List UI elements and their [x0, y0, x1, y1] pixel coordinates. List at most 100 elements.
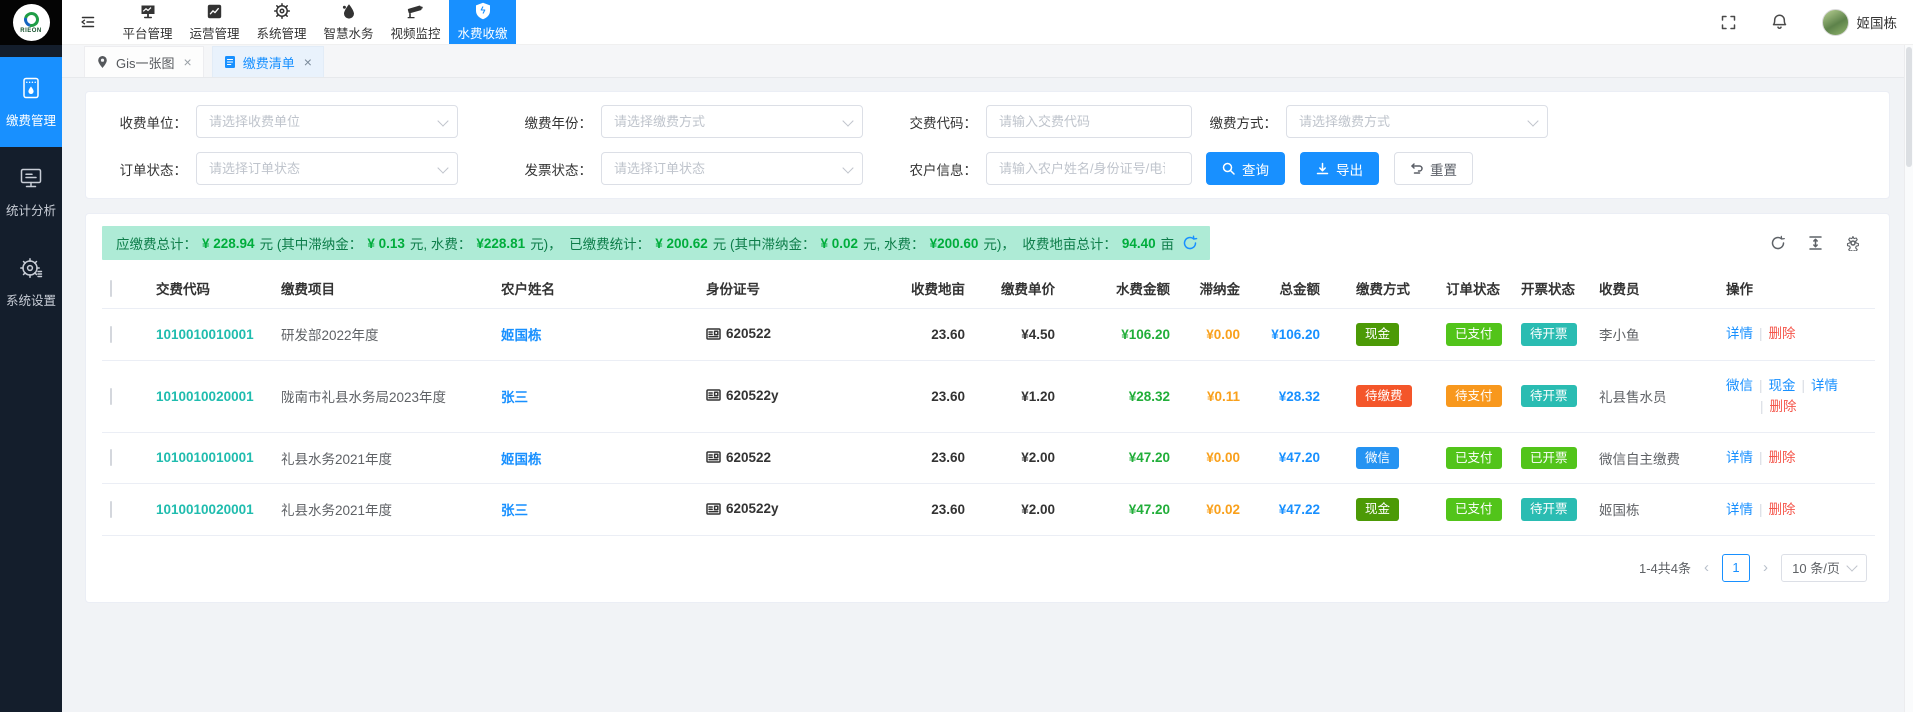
page-scrollbar[interactable] [1904, 45, 1913, 712]
col-header: 收费地亩 [873, 268, 973, 309]
app-logo: RIEON [0, 0, 62, 45]
sidebar-item-settings[interactable]: 系统设置 [0, 237, 62, 327]
select-all-checkbox[interactable] [110, 280, 112, 297]
nav-item-label: 平台管理 [122, 23, 172, 42]
summary-text: 元, 水费： [410, 233, 472, 253]
farmer-name-link[interactable]: 张三 [501, 503, 528, 518]
notification-bell-icon[interactable] [1771, 13, 1788, 31]
summary-value: 94.40 [1122, 236, 1156, 251]
summary-text: 元 (其中滞纳金： [260, 233, 363, 253]
chevron-down-icon [1846, 561, 1857, 572]
page-size-select[interactable]: 10 条/页 [1781, 554, 1867, 582]
search-button[interactable]: 查询 [1206, 152, 1285, 185]
delete-link[interactable]: 删除 [1769, 326, 1796, 341]
export-button[interactable]: 导出 [1300, 152, 1379, 185]
nav-item-operations[interactable]: 运营管理 [181, 0, 248, 44]
summary-refresh-icon[interactable] [1182, 235, 1198, 251]
col-header: 交费代码 [148, 268, 273, 309]
summary-value: ¥ 0.13 [367, 236, 405, 251]
table-row: 1010010020001 陇南市礼县水务局2023年度 张三 620522y … [102, 360, 1875, 432]
sidebar-collapse-button[interactable] [62, 0, 114, 44]
payment-year-select[interactable] [601, 105, 863, 138]
id-card-icon [706, 328, 721, 340]
row-checkbox[interactable] [110, 388, 112, 405]
delete-link[interactable]: 删除 [1770, 399, 1797, 414]
farmer-name-link[interactable]: 姬国栋 [501, 452, 542, 467]
summary-text: 元)， 收费地亩总计： [983, 233, 1117, 253]
tab-payment-list[interactable]: 缴费清单 × [212, 46, 324, 77]
total-amount: ¥47.22 [1279, 502, 1320, 517]
cash-pay-link[interactable]: 现金 [1769, 378, 1796, 393]
detail-link[interactable]: 详情 [1726, 450, 1753, 465]
row-checkbox[interactable] [110, 326, 112, 343]
charge-area: 23.60 [931, 327, 965, 342]
sidebar-item-payment-management[interactable]: 缴费管理 [0, 57, 62, 147]
refresh-icon[interactable] [1770, 235, 1786, 251]
invoice-status-badge: 已开票 [1521, 447, 1577, 470]
detail-link[interactable]: 详情 [1811, 378, 1838, 393]
tab-close-icon[interactable]: × [304, 54, 312, 70]
summary-text: 亩 [1161, 233, 1175, 253]
reset-button[interactable]: 重置 [1394, 152, 1473, 185]
project-name: 礼县水务2021年度 [273, 432, 493, 484]
tab-bar: Gis一张图 × 缴费清单 × [62, 45, 1913, 78]
detail-link[interactable]: 详情 [1726, 502, 1753, 517]
payment-code: 1010010020001 [156, 502, 254, 517]
nav-item-video-monitor[interactable]: 视频监控 [382, 0, 449, 44]
order-status-select[interactable] [196, 152, 458, 185]
stats-monitor-icon [18, 165, 44, 191]
row-checkbox[interactable] [110, 449, 112, 466]
summary-value: ¥ 0.02 [821, 236, 859, 251]
summary-text: 应缴费总计： [116, 233, 197, 253]
detail-link[interactable]: 详情 [1726, 326, 1753, 341]
next-page-icon[interactable]: › [1763, 559, 1768, 576]
row-checkbox[interactable] [110, 501, 112, 518]
user-avatar[interactable] [1822, 9, 1849, 36]
nav-item-smart-water[interactable]: 智慧水务 [315, 0, 382, 44]
shield-icon [475, 3, 491, 20]
page-number-1[interactable]: 1 [1722, 554, 1750, 582]
op-separator: | [1759, 326, 1763, 341]
col-header: 滞纳金 [1178, 268, 1248, 309]
farmer-info-input[interactable] [986, 152, 1192, 185]
table-header-row: 交费代码 缴费项目 农户姓名 身份证号 收费地亩 缴费单价 水费金额 滞纳金 总… [102, 268, 1875, 309]
late-fee: ¥0.11 [1207, 389, 1240, 404]
nav-item-system[interactable]: 系统管理 [248, 0, 315, 44]
filter-label: 发票状态： [517, 159, 592, 179]
charge-unit-select[interactable] [196, 105, 458, 138]
filter-label: 收费单位： [112, 112, 187, 132]
user-name[interactable]: 姬国栋 [1857, 12, 1898, 32]
delete-link[interactable]: 删除 [1769, 502, 1796, 517]
prev-page-icon[interactable]: ‹ [1704, 559, 1709, 576]
payment-code-input[interactable] [986, 105, 1192, 138]
collector-name: 李小鱼 [1591, 309, 1706, 361]
payment-method-select[interactable] [1286, 105, 1548, 138]
tab-gis-map[interactable]: Gis一张图 × [84, 46, 204, 77]
sidebar-item-statistics[interactable]: 统计分析 [0, 147, 62, 237]
tab-label: Gis一张图 [116, 53, 175, 72]
nav-item-label: 智慧水务 [323, 23, 373, 42]
late-fee: ¥0.02 [1206, 502, 1240, 517]
farmer-name-link[interactable]: 姬国栋 [501, 328, 542, 343]
tab-close-icon[interactable]: × [184, 54, 192, 70]
density-icon[interactable] [1808, 235, 1823, 251]
charge-area: 23.60 [931, 502, 965, 517]
unit-price: ¥2.00 [1021, 502, 1055, 517]
id-card-icon [706, 389, 721, 401]
id-card-icon [706, 503, 721, 515]
column-settings-icon[interactable] [1845, 235, 1861, 251]
filter-panel: 收费单位： 缴费年份： 交费代码： [85, 91, 1890, 199]
reset-icon [1410, 162, 1423, 175]
wechat-pay-link[interactable]: 微信 [1726, 378, 1753, 393]
delete-link[interactable]: 删除 [1769, 450, 1796, 465]
scrollbar-thumb[interactable] [1906, 47, 1912, 167]
nav-item-water-fee[interactable]: 水费收缴 [449, 0, 516, 44]
order-status-badge: 已支付 [1446, 447, 1502, 470]
collector-name: 礼县售水员 [1591, 360, 1706, 432]
invoice-status-select[interactable] [601, 152, 863, 185]
total-amount: ¥47.20 [1279, 450, 1320, 465]
fullscreen-icon[interactable] [1720, 14, 1737, 31]
farmer-name-link[interactable]: 张三 [501, 390, 528, 405]
nav-item-platform[interactable]: 平台管理 [114, 0, 181, 44]
download-icon [1316, 162, 1329, 175]
